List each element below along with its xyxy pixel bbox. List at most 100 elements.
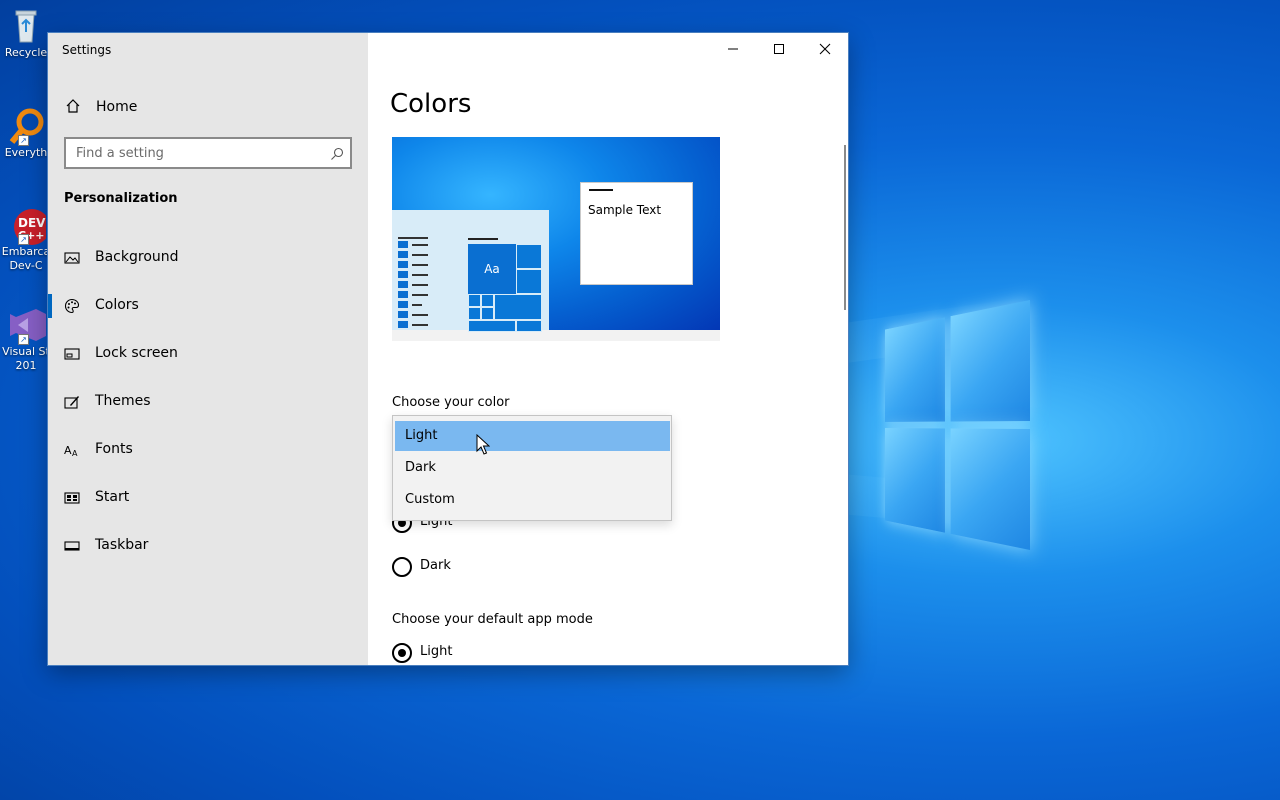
preview-list-line	[412, 244, 428, 246]
shortcut-arrow-icon: ↗	[18, 234, 29, 245]
minimize-button[interactable]	[710, 33, 756, 65]
sidebar-item-colors[interactable]: Colors	[48, 286, 368, 326]
desktop-icon-label: Everyth	[4, 146, 48, 159]
sidebar-item-label: Colors	[95, 297, 139, 313]
search-icon[interactable]	[330, 146, 344, 160]
close-button[interactable]	[802, 33, 848, 65]
sidebar-item-lock-screen[interactable]: Lock screen	[48, 334, 368, 374]
sidebar-item-label: Taskbar	[95, 537, 149, 553]
preview-tile	[481, 307, 494, 320]
sidebar-item-home[interactable]: Home	[48, 93, 368, 121]
preview-list-bar	[398, 261, 408, 268]
sidebar-item-fonts[interactable]: AA Fonts	[48, 430, 368, 470]
preview-list-bar	[398, 311, 408, 318]
preview-tile	[468, 307, 481, 320]
dev-cpp-icon: DEV C++ ↗	[6, 205, 50, 245]
maximize-button[interactable]	[756, 33, 802, 65]
window-title: Settings	[62, 43, 112, 57]
home-icon	[65, 98, 81, 114]
desktop-icon-label: Dev-C	[9, 259, 43, 272]
preview-tile	[516, 269, 542, 294]
preview-app-window: Sample Text	[580, 182, 693, 285]
preview-list-line	[412, 304, 422, 306]
preview-list-bar	[398, 241, 408, 248]
settings-window: Settings Home Personalization Background…	[48, 33, 848, 665]
radio-label: Dark	[420, 558, 451, 573]
svg-text:A: A	[64, 444, 72, 457]
preview-list-bar	[398, 271, 408, 278]
dropdown-option-light[interactable]: Light	[395, 421, 670, 451]
fonts-icon: AA	[64, 442, 80, 458]
preview-list-line	[412, 274, 428, 276]
desktop-icon-visual-studio[interactable]: ↗ Visual St 201	[0, 305, 52, 373]
sidebar-item-label: Start	[95, 489, 130, 505]
desktop-icon-label: Embarca	[1, 245, 51, 258]
radio-label: Light	[420, 644, 453, 659]
radio-circle	[392, 557, 412, 577]
windows-logo-pane	[885, 428, 945, 533]
preview-list-bar	[398, 321, 408, 328]
shortcut-arrow-icon: ↗	[18, 135, 29, 146]
preview-list-line	[398, 237, 428, 239]
sidebar-item-themes[interactable]: Themes	[48, 382, 368, 422]
desktop-icon-dev-cpp[interactable]: DEV C++ ↗ Embarca Dev-C	[0, 205, 52, 273]
picture-icon	[64, 250, 80, 266]
desktop-icon-everything[interactable]: ↗ Everyth	[0, 106, 52, 160]
preview-tile	[468, 320, 516, 332]
sidebar-item-label: Lock screen	[95, 345, 178, 361]
preview-tile	[516, 320, 542, 332]
desktop-icon-label: Visual St	[2, 345, 50, 358]
preview-tile	[468, 294, 481, 307]
color-preview: Aa Sample Text	[392, 137, 720, 341]
color-dropdown-list: Light Dark Custom	[392, 415, 672, 521]
scrollbar-thumb[interactable]	[844, 145, 846, 310]
dropdown-option-dark[interactable]: Dark	[395, 453, 670, 483]
desktop-icon-recycle-bin[interactable]: Recycle	[0, 6, 52, 60]
taskbar-icon	[64, 538, 80, 554]
close-icon	[819, 43, 831, 55]
preview-tile-aa: Aa	[468, 244, 516, 294]
sidebar-item-taskbar[interactable]: Taskbar	[48, 526, 368, 566]
preview-list-line	[412, 254, 428, 256]
maximize-icon	[774, 44, 784, 54]
svg-text:A: A	[72, 449, 78, 458]
preview-list-bar	[398, 281, 408, 288]
preview-list-bar	[398, 251, 408, 258]
radio-circle	[392, 643, 412, 663]
sidebar-item-background[interactable]: Background	[48, 238, 368, 278]
preview-list-line	[412, 284, 428, 286]
search-input[interactable]	[64, 137, 352, 169]
windows-logo-pane	[950, 428, 1030, 550]
sidebar-item-label: Fonts	[95, 441, 133, 457]
preview-tile	[494, 294, 542, 320]
windows-logo-pane	[885, 317, 945, 422]
sidebar-item-label: Themes	[95, 393, 151, 409]
preview-sample-text: Sample Text	[588, 203, 662, 217]
dropdown-option-custom[interactable]: Custom	[395, 485, 670, 515]
preview-tile	[481, 294, 494, 307]
page-title: Colors	[390, 89, 472, 119]
desktop-icon-label: 201	[15, 359, 37, 372]
windows-logo	[830, 300, 1030, 550]
mouse-cursor-icon	[476, 434, 490, 455]
sidebar-item-start[interactable]: Start	[48, 478, 368, 518]
preview-tile	[516, 244, 542, 269]
sidebar-item-label: Home	[96, 99, 138, 115]
preview-list-bar	[398, 301, 408, 308]
minimize-icon	[728, 48, 738, 50]
content-pane: Colors Aa Sample Text Choose your color …	[368, 33, 848, 665]
preview-list-line	[412, 264, 428, 266]
visual-studio-icon: ↗	[6, 305, 46, 345]
start-icon	[64, 490, 80, 506]
app-mode-label: Choose your default app mode	[392, 612, 593, 627]
windows-logo-pane	[950, 300, 1030, 422]
sidebar: Settings Home Personalization Background…	[48, 33, 368, 665]
lock-screen-icon	[64, 346, 80, 362]
svg-text:DEV: DEV	[18, 216, 46, 230]
selection-indicator	[48, 294, 52, 318]
preview-list-line	[412, 324, 428, 326]
desktop-icon-label: Recycle	[4, 46, 48, 59]
everything-search-icon: ↗	[6, 106, 46, 146]
recycle-bin-icon	[6, 6, 46, 46]
preview-list-line	[412, 294, 428, 296]
